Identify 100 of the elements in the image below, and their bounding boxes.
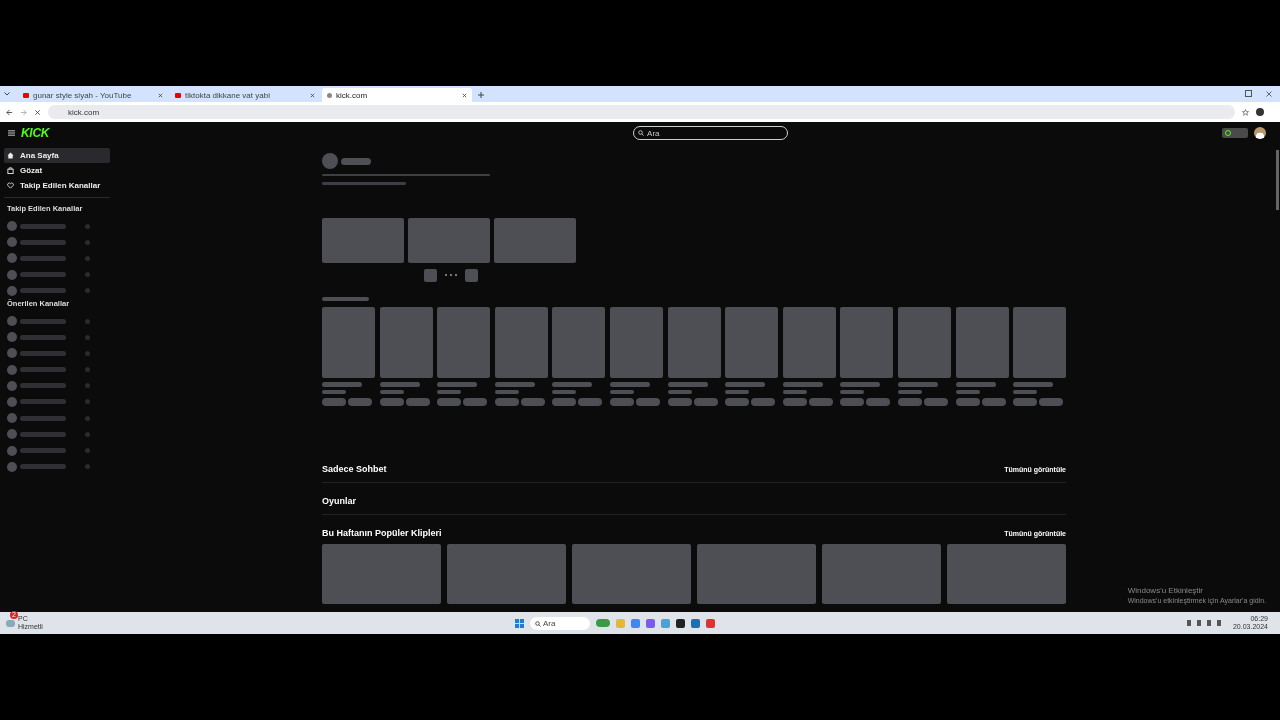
close-icon[interactable]: [1266, 91, 1272, 97]
skeleton-avatar: [7, 396, 17, 407]
skeleton-dot: [85, 464, 90, 470]
skeleton-dot: [85, 334, 90, 340]
skeleton-bar: [379, 390, 404, 394]
logo[interactable]: KICK: [21, 126, 50, 140]
skeleton-avatar: [7, 429, 17, 440]
profile-icon[interactable]: [1256, 108, 1264, 116]
skeleton-card: [725, 307, 779, 378]
skeleton-avatar: [7, 237, 17, 248]
star-icon[interactable]: [1242, 108, 1249, 116]
skeleton-dot: [85, 383, 90, 389]
skeleton-bar: [20, 383, 66, 389]
search-icon: [638, 130, 645, 136]
heart-icon: [7, 182, 14, 189]
skeleton-card: [552, 307, 606, 378]
skeleton-bar: [897, 382, 938, 387]
skeleton-card: [379, 307, 433, 378]
skeleton-avatar: [322, 153, 338, 169]
skeleton-bar: [725, 390, 750, 394]
status-button[interactable]: [1222, 128, 1248, 138]
skeleton-tag: [348, 398, 372, 406]
skeleton-bar: [552, 390, 577, 394]
skeleton-card: [609, 307, 663, 378]
skeleton-dot: [85, 239, 90, 245]
skeleton-bar: [782, 390, 807, 394]
skeleton-bar: [20, 448, 66, 454]
skeleton-bar: [20, 350, 66, 356]
skeleton-bar: [20, 399, 66, 405]
game-icon[interactable]: [595, 619, 610, 627]
scrollbar[interactable]: [1276, 150, 1279, 210]
skeleton-bar: [20, 239, 66, 245]
close-icon[interactable]: [158, 92, 163, 98]
skeleton-dot: [85, 272, 90, 278]
section-title: Bu Haftanın Popüler Klipleri: [322, 528, 442, 538]
skeleton-bar: [20, 223, 66, 229]
skeleton-bar: [955, 390, 980, 394]
browser-tab[interactable]: tiktokta dikkane vat yabi: [170, 88, 320, 102]
skeleton-bar: [322, 296, 369, 301]
skeleton-bar: [782, 382, 823, 387]
video-site-icon: [23, 92, 29, 98]
skeleton-card: [437, 307, 491, 378]
skeleton-avatar: [7, 461, 17, 472]
plus-icon[interactable]: [478, 92, 484, 98]
skeleton-bar: [840, 390, 865, 394]
search-field[interactable]: Ara: [633, 126, 789, 140]
skeleton-bar: [609, 382, 650, 387]
skeleton-dot: [85, 350, 90, 356]
address-field[interactable]: kick.com: [48, 105, 1235, 119]
skeleton-bar: [494, 382, 535, 387]
skeleton-bar: [322, 390, 346, 394]
restore-icon[interactable]: [1245, 90, 1252, 97]
skeleton-bar: [1013, 382, 1054, 387]
back-icon[interactable]: [6, 108, 13, 116]
chevron-icon[interactable]: [4, 92, 10, 96]
close-icon[interactable]: [310, 92, 315, 98]
skeleton-dot: [85, 318, 90, 324]
search-icon: [534, 620, 541, 627]
skeleton-card: [1013, 307, 1067, 378]
skeleton-bar: [20, 431, 66, 437]
skeleton-card: [897, 307, 951, 378]
skeleton-avatar: [7, 221, 17, 232]
start-icon[interactable]: [514, 618, 524, 628]
skeleton-card: [840, 307, 894, 378]
browser-tab[interactable]: kick.com: [322, 88, 472, 102]
close-icon[interactable]: [462, 92, 467, 98]
house-icon: [7, 152, 14, 159]
skeleton-avatar: [7, 332, 17, 343]
skeleton-bar: [341, 157, 371, 165]
skeleton-avatar: [7, 364, 17, 375]
skeleton-bar: [897, 390, 922, 394]
skeleton-bar: [1013, 390, 1038, 394]
skeleton-avatar: [7, 413, 17, 424]
skeleton-bar: [20, 367, 66, 373]
skeleton-bar: [667, 382, 708, 387]
skeleton-avatar: [7, 285, 17, 296]
avatar[interactable]: [1254, 127, 1266, 139]
section-title: Sadece Sohbet: [322, 464, 387, 474]
skeleton-bar: [840, 382, 881, 387]
skeleton-bar: [725, 382, 766, 387]
skeleton-avatar: [7, 253, 17, 264]
briefcase-icon: [7, 167, 14, 174]
taskbar-search-field[interactable]: Ara: [529, 616, 590, 630]
skeleton-bar: [379, 382, 420, 387]
skeleton-bar: [20, 464, 66, 470]
sidebar-item[interactable]: Takip Edilen Kanallar: [4, 178, 110, 193]
skeleton-dot: [85, 223, 90, 229]
menu-icon[interactable]: [8, 130, 15, 136]
sidebar-item[interactable]: Ana Sayfa: [4, 148, 110, 163]
browser-tab[interactable]: gunar style siyah - YouTube: [18, 88, 168, 102]
skeleton-bar: [609, 390, 634, 394]
skeleton-bar: [20, 318, 66, 324]
sidebar-item[interactable]: Gözat: [4, 163, 110, 178]
skeleton-card: [667, 307, 721, 378]
skeleton-dot: [85, 399, 90, 405]
close-icon[interactable]: [34, 108, 41, 116]
skeleton-dot: [85, 415, 90, 421]
section-title: Oyunlar: [322, 496, 356, 506]
skeleton-bar: [20, 415, 66, 421]
skeleton-bar: [20, 334, 66, 340]
